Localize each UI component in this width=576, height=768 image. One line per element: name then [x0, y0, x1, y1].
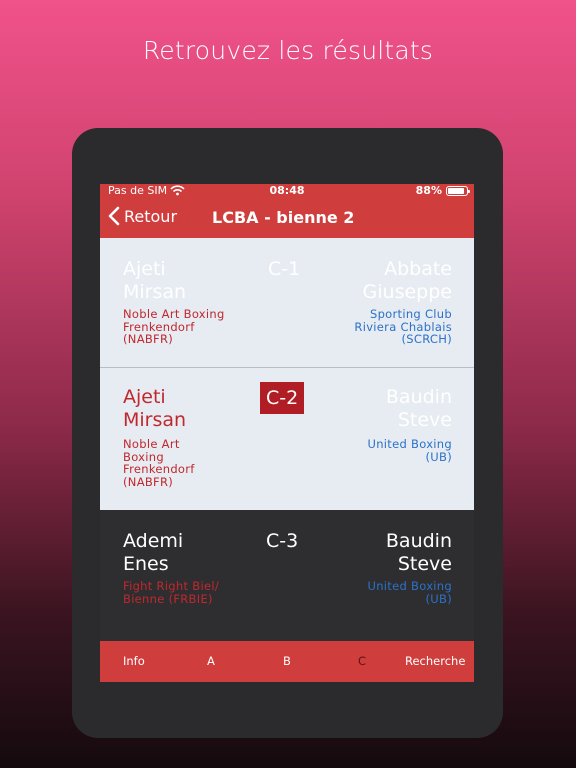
left-fighter-name: Ademi Enes	[123, 530, 184, 575]
app-screen: Pas de SIM 08:48 88% Retour LCBA - bienn…	[100, 184, 474, 682]
battery-icon	[446, 185, 470, 196]
headline: Retrouvez les résultats	[142, 36, 434, 65]
tab-b[interactable]: B	[283, 654, 291, 668]
right-fighter-club: United Boxing (UB)	[367, 579, 452, 606]
tab-recherche[interactable]: Recherche	[405, 654, 465, 668]
right-fighter-name: Abbate Giuseppe	[362, 258, 452, 303]
tab-bar: Info A B C Recherche	[100, 641, 474, 682]
left-fighter-name: Ajeti Mirsan	[123, 386, 187, 431]
left-fighter-name: Ajeti Mirsan	[123, 258, 187, 303]
back-label: Retour	[124, 206, 178, 226]
tab-a[interactable]: A	[207, 654, 215, 668]
fight-code: C-1	[268, 258, 301, 280]
right-fighter-club: Sporting Club Riviera Chablais (SCRCH)	[354, 307, 452, 346]
page-title: LCBA - bienne 2	[212, 208, 355, 227]
battery-percent: 88%	[415, 184, 442, 197]
tab-c[interactable]: C	[358, 654, 366, 668]
right-fighter-name: Baudin Steve	[385, 530, 452, 575]
status-battery: 88%	[415, 184, 470, 197]
left-fighter-club: Fight Right Biel/ Bienne (FRBIE)	[123, 579, 219, 606]
left-fighter-club: Noble Art Boxing Frenkendorf (NABFR)	[123, 437, 195, 489]
fight-row[interactable]: Ajeti Mirsan C-2 Baudin Steve Noble Art …	[100, 368, 474, 510]
left-fighter-club: Noble Art Boxing Frenkendorf (NABFR)	[123, 307, 225, 346]
tab-info[interactable]: Info	[123, 654, 145, 668]
navigation-bar: Retour LCBA - bienne 2	[100, 198, 474, 238]
right-fighter-club: United Boxing (UB)	[367, 437, 452, 464]
fight-row[interactable]: Ademi Enes C-3 Baudin Steve Fight Right …	[100, 510, 474, 641]
chevron-left-icon	[108, 206, 120, 226]
status-bar: Pas de SIM 08:48 88%	[100, 184, 474, 198]
fight-row[interactable]: Ajeti Mirsan C-1 Abbate Giuseppe Noble A…	[100, 238, 474, 368]
fight-code: C-3	[266, 530, 299, 552]
fight-code: C-2	[260, 382, 305, 414]
back-button[interactable]: Retour	[108, 206, 177, 226]
right-fighter-name: Baudin Steve	[385, 386, 452, 431]
